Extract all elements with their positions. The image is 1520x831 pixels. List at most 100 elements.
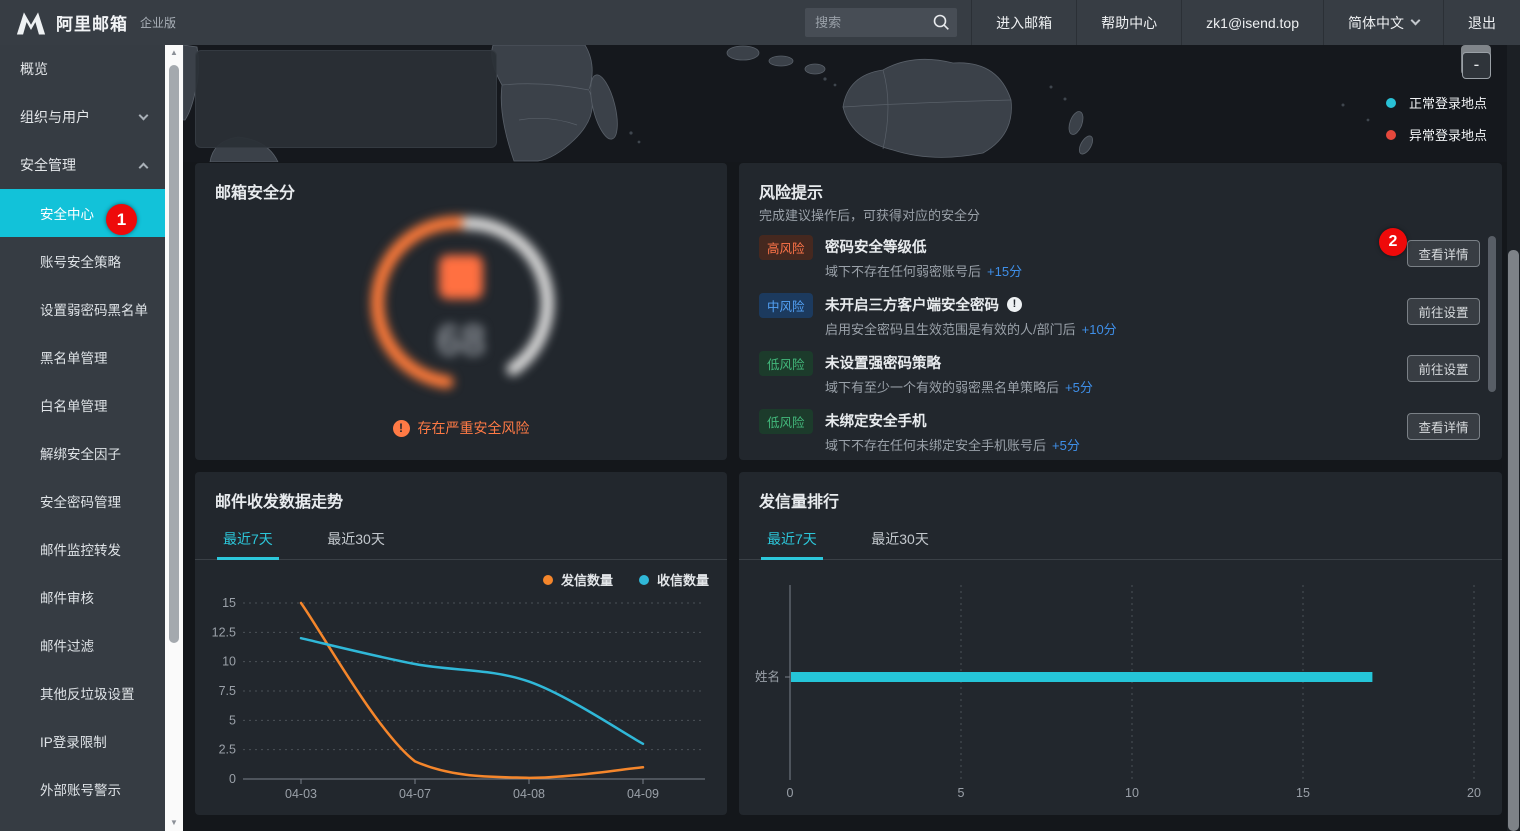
tab-last-7-days[interactable]: 最近7天 [761, 526, 823, 560]
y-tick-label: 15 [222, 596, 236, 610]
help-center-button[interactable]: 帮助中心 [1076, 0, 1181, 45]
sidebar-item-overview[interactable]: 概览 [0, 45, 165, 93]
sidebar-item-mail-filter[interactable]: 邮件过滤 [0, 621, 165, 669]
view-details-button[interactable]: 查看详情 [1407, 240, 1480, 267]
risk-subtitle: 完成建议操作后，可获得对应的安全分 [759, 205, 980, 224]
x-tick-label: 0 [787, 786, 794, 800]
scroll-up-arrow-icon[interactable]: ▲ [165, 45, 183, 61]
map-tooltip-panel [195, 50, 497, 148]
risk-level-badge: 中风险 [759, 293, 813, 318]
sidebar-scrollbar: ▲ ▼ [165, 45, 183, 831]
mail-traffic-line-chart: 02.557.51012.51504-0304-0704-0804-09 [195, 590, 727, 802]
risk-item-title: 未设置强密码策略 [825, 352, 941, 373]
risk-level-badge: 低风险 [759, 409, 813, 434]
sidebar-item-antispam-settings[interactable]: 其他反垃圾设置 [0, 669, 165, 717]
risk-level-badge: 低风险 [759, 351, 813, 376]
tab-last-7-days[interactable]: 最近7天 [217, 526, 279, 560]
score-status-row: ! 存在严重安全风险 [195, 418, 727, 438]
header-actions: 进入邮箱 帮助中心 zk1@isend.top 简体中文 退出 [805, 0, 1520, 45]
sidebar-item-mail-audit[interactable]: 邮件审核 [0, 573, 165, 621]
y-tick-label: 0 [229, 772, 236, 786]
sidebar-scrollbar-thumb[interactable] [169, 65, 179, 643]
category-label: 姓名 [755, 669, 780, 684]
x-tick-label: 04-03 [285, 787, 317, 801]
sidebar-item-blacklist-mgmt[interactable]: 黑名单管理 [0, 333, 165, 381]
map-legend: 正常登录地点 异常登录地点 [1386, 93, 1487, 157]
x-tick-label: 15 [1296, 786, 1310, 800]
sidebar-item-account-security-policy[interactable]: 账号安全策略 [0, 237, 165, 285]
x-tick-label: 04-07 [399, 787, 431, 801]
sidebar-item-whitelist-mgmt[interactable]: 白名单管理 [0, 381, 165, 429]
mail-traffic-trend-card: 邮件收发数据走势 最近7天 最近30天 发信数量 收信数量 02.557.510… [195, 472, 727, 815]
annotation-step-1: 1 [106, 204, 137, 235]
risk-item: 低风险 未绑定安全手机 域下不存在任何未绑定安全手机账号后+5分 [759, 407, 1399, 465]
card-title: 邮件收发数据走势 [215, 488, 343, 512]
page-scrollbar-thumb[interactable] [1508, 250, 1519, 831]
account-menu[interactable]: zk1@isend.top [1181, 0, 1323, 45]
search-icon[interactable] [932, 13, 950, 31]
security-center-dashboard: 阿里邮箱 企业版 进入邮箱 帮助中心 zk1@isend.top 简体中文 [0, 0, 1520, 831]
legend-dot-sent [543, 575, 553, 585]
language-selector[interactable]: 简体中文 [1323, 0, 1443, 45]
logo-edition-badge: 企业版 [140, 14, 176, 31]
chevron-down-icon [139, 110, 149, 120]
y-tick-label: 10 [222, 655, 236, 669]
sidebar-item-security-password-mgmt[interactable]: 安全密码管理 [0, 477, 165, 525]
sent-volume-bar-chart: 05101520姓名 [739, 562, 1502, 810]
sidebar-item-unbind-security-factor[interactable]: 解绑安全因子 [0, 429, 165, 477]
sidebar-item-external-account-warning[interactable]: 外部账号警示 [0, 765, 165, 813]
card-title: 风险提示 [759, 179, 823, 203]
risk-item-desc: 域下不存在任何未绑定安全手机账号后+5分 [825, 435, 1080, 454]
legend-normal-login[interactable]: 正常登录地点 [1386, 93, 1487, 112]
security-score-gauge: 68 [361, 203, 561, 403]
risk-bonus: +5分 [1065, 380, 1093, 395]
x-tick-label: 5 [958, 786, 965, 800]
line-chart-legend: 发信数量 收信数量 [543, 570, 709, 589]
risk-bonus: +5分 [1052, 438, 1080, 453]
risk-item: 中风险 未开启三方客户端安全密码 ! 启用安全密码且生效范围是有效的人/部门后+… [759, 291, 1399, 349]
legend-dot-abnormal [1386, 130, 1396, 140]
tab-last-30-days[interactable]: 最近30天 [321, 526, 391, 560]
x-tick-label: 20 [1467, 786, 1481, 800]
risk-item-desc: 域下有至少一个有效的弱密黑名单策略后+5分 [825, 377, 1093, 396]
score-value: 68 [437, 316, 486, 365]
app-logo: 阿里邮箱 企业版 [0, 10, 176, 36]
card-title: 发信量排行 [759, 488, 839, 512]
legend-received-count[interactable]: 收信数量 [639, 570, 709, 589]
sidebar-item-ip-login-limit[interactable]: IP登录限制 [0, 717, 165, 765]
y-tick-label: 12.5 [212, 625, 236, 639]
legend-dot-normal [1386, 98, 1396, 108]
legend-sent-count[interactable]: 发信数量 [543, 570, 613, 589]
logout-button[interactable]: 退出 [1443, 0, 1520, 45]
x-tick-label: 04-08 [513, 787, 545, 801]
risk-item-title: 未绑定安全手机 [825, 410, 927, 431]
legend-abnormal-login[interactable]: 异常登录地点 [1386, 125, 1487, 144]
risk-bonus: +15分 [987, 264, 1022, 279]
go-to-settings-button[interactable]: 前往设置 [1407, 298, 1480, 325]
sidebar-item-weak-password-blacklist[interactable]: 设置弱密码黑名单 [0, 285, 165, 333]
login-location-map[interactable]: - 正常登录地点 异常登录地点 [183, 45, 1507, 162]
x-tick-label: 04-09 [627, 787, 659, 801]
map-zoom-out-button[interactable]: - [1462, 52, 1491, 79]
mail-security-score-card: 邮箱安全分 68 ! 存在严重安全风险 [195, 163, 727, 460]
sidebar-item-org-users[interactable]: 组织与用户 [0, 93, 165, 141]
tab-last-30-days[interactable]: 最近30天 [865, 526, 935, 560]
scroll-down-arrow-icon[interactable]: ▼ [165, 815, 183, 831]
alimail-logo-icon [16, 10, 46, 36]
trend-tabs: 最近7天 最近30天 [195, 526, 727, 560]
info-icon[interactable]: ! [1007, 297, 1022, 312]
go-to-settings-button[interactable]: 前往设置 [1407, 355, 1480, 382]
risk-level-badge: 高风险 [759, 235, 813, 260]
bar-series [791, 672, 1372, 682]
risk-item-title: 未开启三方客户端安全密码 ! [825, 294, 1022, 315]
view-details-button[interactable]: 查看详情 [1407, 413, 1480, 440]
enter-mailbox-button[interactable]: 进入邮箱 [971, 0, 1076, 45]
risk-card-scrollbar-thumb[interactable] [1488, 236, 1496, 392]
page-scrollbar [1507, 45, 1520, 831]
warning-icon: ! [393, 420, 410, 437]
sidebar-item-security-mgmt[interactable]: 安全管理 [0, 141, 165, 189]
sidebar-item-mail-monitor-forward[interactable]: 邮件监控转发 [0, 525, 165, 573]
legend-dot-received [639, 575, 649, 585]
sidebar-item-security-center[interactable]: 安全中心 [0, 189, 165, 237]
risk-item-title: 密码安全等级低 [825, 236, 927, 257]
